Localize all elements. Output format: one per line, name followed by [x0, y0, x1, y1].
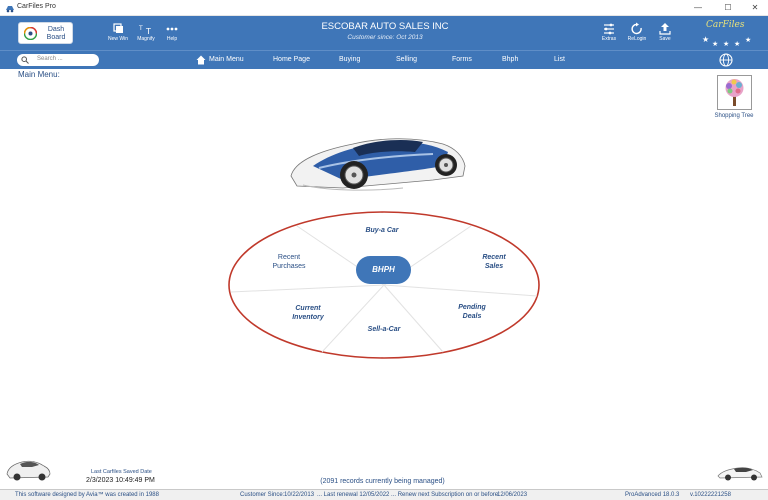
logo-text: CarFiles	[706, 20, 745, 30]
tree-icon	[725, 79, 744, 106]
svg-text:T: T	[138, 25, 143, 32]
wheel-current-inventory[interactable]: Current Inventory	[278, 304, 338, 322]
relogin-button[interactable]: ReLogin	[622, 22, 652, 42]
saved-date-label: Last Carfiles Saved Date	[91, 469, 152, 475]
wheel-pending-deals[interactable]: Pending Deals	[442, 303, 502, 321]
shopping-tree-button[interactable]	[717, 75, 752, 110]
new-window-icon	[113, 23, 123, 33]
nav-bar: Search ... Main Menu Home Page Buying Se…	[0, 50, 768, 69]
nav-forms[interactable]: Forms	[452, 56, 472, 63]
window-titlebar: CarFiles Pro — ☐ ✕	[0, 0, 768, 16]
carfiles-logo: CarFiles ★ ★ ★ ★ ★	[702, 18, 758, 48]
svg-text:T: T	[145, 27, 151, 36]
window-title: CarFiles Pro	[17, 3, 56, 10]
company-name: ESCOBAR AUTO SALES INC	[321, 21, 449, 32]
nav-selling[interactable]: Selling	[396, 56, 417, 63]
wheel-buy-a-car[interactable]: Buy-a Car	[352, 226, 412, 235]
home-icon[interactable]	[196, 55, 206, 65]
svg-text:★: ★	[712, 40, 718, 48]
dashboard-label-line1: Dash	[47, 26, 65, 33]
wheel-sell-a-car[interactable]: Sell-a-Car	[354, 325, 414, 334]
shopping-tree-label: Shopping Tree	[714, 113, 754, 119]
pending-deals-line2: Deals	[462, 313, 482, 320]
customer-since-date: 10/22/2013	[284, 492, 315, 498]
search-placeholder: Search ...	[37, 56, 63, 62]
dashboard-gauge-icon	[24, 27, 37, 40]
upload-save-icon	[659, 23, 671, 35]
customer-since-label: Customer Since:	[240, 492, 285, 498]
current-inventory-line1: Current	[295, 305, 321, 312]
sports-car-image	[290, 138, 466, 191]
renewal-text: ... Last renewal 12/05/2022 ... Renew ne…	[317, 492, 500, 498]
renew-date: 12/06/2023	[497, 492, 528, 498]
dashboard-button[interactable]: Dash Board	[18, 22, 73, 44]
version-text: ProAdvanced 18.0.3	[625, 492, 680, 498]
app-header: Dash Board New Win TT Magnify Help ESCOB…	[0, 16, 768, 50]
recent-purchases-line2: Purchases	[272, 263, 306, 270]
sliders-icon	[604, 23, 614, 35]
wheel-recent-purchases[interactable]: Recent Purchases	[259, 253, 319, 271]
customer-since-header: Customer since: Oct 2013	[347, 34, 423, 41]
recent-sales-line2: Sales	[484, 263, 504, 270]
close-button[interactable]: ✕	[740, 0, 768, 16]
page-heading: Main Menu:	[18, 70, 60, 79]
records-count: (2091 records currently being managed)	[320, 478, 445, 485]
globe-icon[interactable]	[719, 53, 733, 67]
white-sports-car-image	[717, 467, 763, 481]
svg-text:★: ★	[734, 40, 740, 48]
pending-deals-line1: Pending	[458, 304, 486, 311]
nav-bhph[interactable]: Bhph	[502, 56, 518, 63]
minimize-button[interactable]: —	[683, 0, 713, 16]
magnify-label: Magnify	[137, 36, 155, 42]
designed-by-text: This software designed by Avia™ was crea…	[15, 492, 159, 498]
classic-car-image	[6, 460, 51, 481]
nav-home-page[interactable]: Home Page	[273, 56, 310, 63]
recent-purchases-line1: Recent	[277, 254, 301, 261]
logo-stars-icon: ★ ★ ★ ★ ★	[702, 35, 751, 48]
search-icon	[21, 56, 29, 64]
current-inventory-line2: Inventory	[292, 314, 324, 321]
refresh-icon	[631, 22, 642, 35]
relogin-label: ReLogin	[627, 36, 647, 42]
bhph-button[interactable]: BHPH	[356, 256, 411, 284]
help-label: Help	[166, 36, 178, 42]
save-label: Save	[659, 36, 671, 42]
search-field[interactable]: Search ...	[17, 54, 99, 66]
new-win-label: New Win	[107, 36, 128, 42]
recent-sales-line1: Recent	[482, 254, 506, 261]
saved-date-value: 2/3/2023 10:49:49 PM	[86, 477, 155, 484]
nav-list[interactable]: List	[554, 56, 565, 63]
maximize-button[interactable]: ☐	[713, 0, 743, 16]
svg-text:★: ★	[745, 36, 751, 44]
help-button[interactable]: Help	[157, 22, 187, 42]
nav-main-menu[interactable]: Main Menu	[209, 56, 244, 63]
app-icon	[6, 6, 14, 13]
nav-buying[interactable]: Buying	[339, 56, 360, 63]
extras-label: Extras	[601, 36, 617, 42]
save-button[interactable]: Save	[650, 22, 680, 42]
dashboard-label-line2: Board	[46, 34, 66, 41]
svg-text:★: ★	[702, 35, 709, 44]
build-text: v.10222221258	[690, 492, 731, 498]
svg-text:★: ★	[723, 40, 729, 48]
status-bar: This software designed by Avia™ was crea…	[0, 489, 768, 500]
extras-button[interactable]: Extras	[594, 22, 624, 42]
wheel-recent-sales[interactable]: Recent Sales	[464, 253, 524, 271]
more-dots-icon	[166, 27, 178, 31]
new-win-button[interactable]: New Win	[103, 22, 133, 42]
